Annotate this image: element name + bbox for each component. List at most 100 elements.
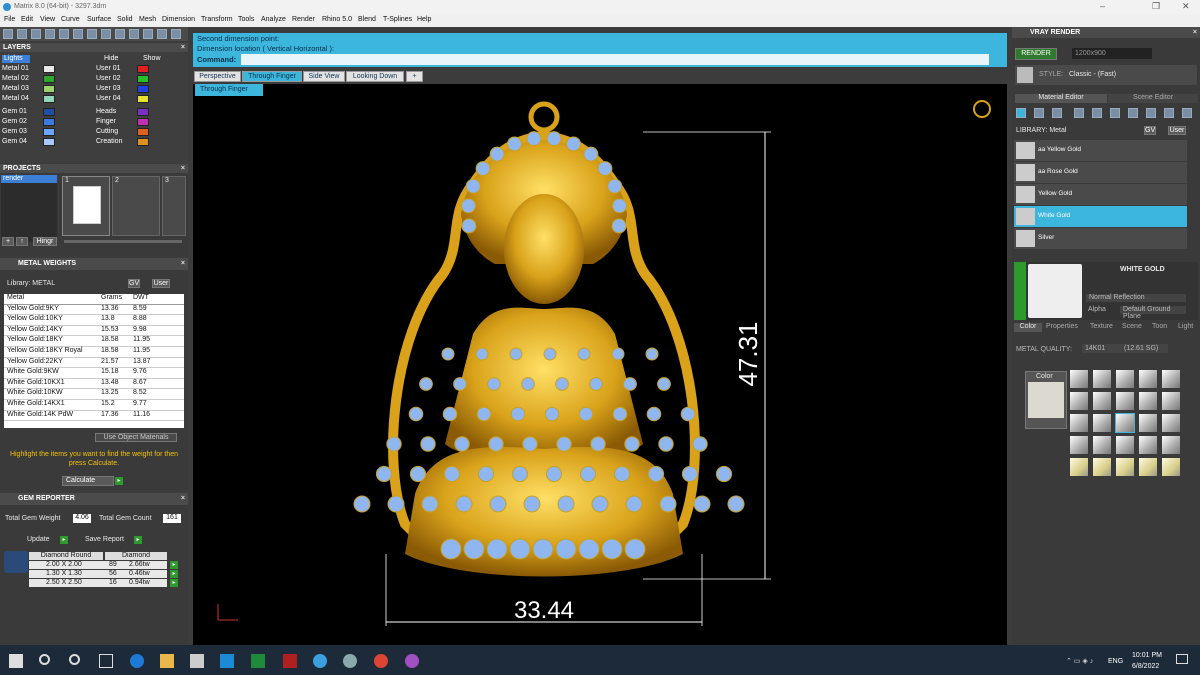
metal-quality-cube[interactable] [1070, 436, 1088, 454]
tab-light[interactable]: Light [1178, 323, 1193, 330]
layer-label[interactable]: Gem 02 [2, 118, 33, 125]
metal-quality-cube[interactable] [1093, 370, 1111, 388]
rhino-icon[interactable] [343, 654, 357, 668]
layer-color-swatch[interactable] [43, 138, 55, 146]
metal-quality-cube[interactable] [1139, 370, 1157, 388]
metal-quality-cube[interactable] [1162, 458, 1180, 476]
ring-view-icon[interactable] [973, 100, 991, 118]
table-row[interactable]: Yellow Gold:10KY 13.8 8.88 [4, 315, 184, 326]
close-icon[interactable]: × [181, 493, 185, 505]
menu-rhino[interactable]: Rhino 5.0 [322, 16, 352, 23]
table-row[interactable]: Yellow Gold:14KY 15.53 9.98 [4, 326, 184, 337]
layer-color-swatch[interactable] [137, 118, 149, 126]
layer-color-swatch[interactable] [43, 118, 55, 126]
add-view-button[interactable]: + [406, 71, 423, 82]
table-row[interactable]: White Gold:10KX1 13.48 8.67 [4, 379, 184, 390]
material-item[interactable]: aa Rose Gold [1014, 162, 1187, 183]
menu-help[interactable]: Help [417, 16, 431, 23]
layer-label[interactable]: Heads [96, 108, 116, 115]
table-row[interactable]: White Gold:14KX1 15.2 9.77 [4, 400, 184, 411]
new-file-icon[interactable] [3, 29, 13, 39]
reflection-field[interactable]: Normal Reflection [1086, 294, 1186, 302]
lights-layer[interactable]: Lights [2, 55, 30, 63]
flame-tool-icon[interactable] [1164, 108, 1174, 118]
app-icon[interactable] [283, 654, 297, 668]
grid-icon[interactable] [115, 29, 125, 39]
material-item[interactable]: aa Yellow Gold [1014, 140, 1187, 161]
matrix-icon[interactable] [405, 654, 419, 668]
gv-button[interactable]: GV [128, 279, 140, 288]
metal-quality-cube[interactable] [1093, 458, 1111, 476]
update-button[interactable]: Update [27, 536, 50, 543]
material-item-selected[interactable]: White Gold [1014, 206, 1187, 227]
task-view-icon[interactable] [99, 654, 113, 668]
material-item[interactable]: Silver [1014, 228, 1187, 249]
metal-quality-cube[interactable] [1162, 414, 1180, 432]
add-project-button[interactable]: + [2, 237, 14, 246]
layer-color-swatch[interactable] [137, 75, 149, 83]
user-button[interactable]: User [152, 279, 170, 288]
store-icon[interactable] [190, 654, 204, 668]
stripe-tool-icon[interactable] [1146, 108, 1156, 118]
metal-quality-cube[interactable] [1139, 414, 1157, 432]
gem-row-arrow-icon[interactable]: ▸ [170, 561, 178, 569]
expand-arrow-icon[interactable] [1014, 262, 1026, 320]
tools-icon[interactable] [87, 29, 97, 39]
tab-through-finger[interactable]: Through Finger [242, 71, 302, 82]
menu-tools[interactable]: Tools [238, 16, 254, 23]
alpha-field[interactable]: Alpha [1086, 306, 1108, 314]
metal-quality-cube[interactable] [1139, 436, 1157, 454]
color-swatch-panel[interactable]: Color [1025, 371, 1067, 429]
layer-label[interactable]: Metal 03 [2, 85, 33, 92]
tab-looking-down[interactable]: Looking Down [346, 71, 404, 82]
layer-color-swatch[interactable] [43, 75, 55, 83]
layer-label[interactable]: Metal 02 [2, 75, 33, 82]
menu-transform[interactable]: Transform [201, 16, 233, 23]
layer-color-swatch[interactable] [43, 128, 55, 136]
close-button[interactable]: ✕ [1182, 1, 1190, 12]
ground-plane-field[interactable]: Default Ground Plane [1120, 306, 1186, 320]
metal-quality-cube[interactable] [1162, 436, 1180, 454]
metal-quality-cube[interactable] [1162, 370, 1180, 388]
tab-properties[interactable]: Properties [1046, 323, 1078, 330]
menu-tsplines[interactable]: T-Splines [383, 16, 412, 23]
tab-perspective[interactable]: Perspective [194, 71, 241, 82]
clock-time[interactable]: 10:01 PM [1132, 652, 1162, 659]
metal-quality-cube[interactable] [1139, 458, 1157, 476]
metal-quality-cube[interactable] [1070, 392, 1088, 410]
layer-label[interactable]: User 03 [96, 85, 121, 92]
material-tool-icon[interactable] [1016, 108, 1026, 118]
metal-quality-cube[interactable] [1070, 370, 1088, 388]
tab-scene-editor[interactable]: Scene Editor [1108, 94, 1198, 103]
resolution-field[interactable]: 1200x900 [1072, 48, 1152, 59]
layer-label[interactable]: User 04 [96, 95, 121, 102]
layer-label[interactable]: User 01 [96, 65, 121, 72]
tab-texture[interactable]: Texture [1090, 323, 1113, 330]
gem-row-arrow-icon[interactable]: ▸ [170, 579, 178, 587]
tab-side-view[interactable]: Side View [303, 71, 345, 82]
hinge-button[interactable]: Hingr [33, 237, 57, 246]
close-icon[interactable]: × [181, 43, 185, 52]
metal-quality-cube[interactable] [1093, 392, 1111, 410]
layer-label[interactable]: Metal 04 [2, 95, 33, 102]
metal-quality-select[interactable]: 14K01 (12.61 SG) [1082, 344, 1168, 353]
metal-quality-cube[interactable] [1093, 436, 1111, 454]
project-thumb-3[interactable]: 3 [162, 176, 186, 236]
menu-file[interactable]: File [4, 16, 15, 23]
metal-quality-cube[interactable] [1115, 413, 1135, 433]
clock-date[interactable]: 6/8/2022 [1132, 663, 1159, 670]
table-row[interactable]: Yellow Gold:22KY 21.57 13.87 [4, 358, 184, 369]
layer-label[interactable]: Gem 03 [2, 128, 33, 135]
layer-color-swatch[interactable] [43, 95, 55, 103]
search-icon[interactable] [39, 654, 50, 665]
layer-label[interactable]: Creation [96, 138, 122, 145]
close-icon[interactable]: × [1193, 27, 1197, 38]
gem-row-arrow-icon[interactable]: ▸ [170, 570, 178, 578]
texture-tool-icon[interactable] [1074, 108, 1084, 118]
layer-color-swatch[interactable] [137, 128, 149, 136]
language-indicator[interactable]: ENG [1108, 658, 1123, 665]
menu-blend[interactable]: Blend [358, 16, 376, 23]
vray-gv-button[interactable]: GV [1144, 126, 1156, 135]
table-row[interactable]: 2.00 X 2.00 89 2.66tw [29, 561, 167, 569]
layer-color-swatch[interactable] [137, 65, 149, 73]
